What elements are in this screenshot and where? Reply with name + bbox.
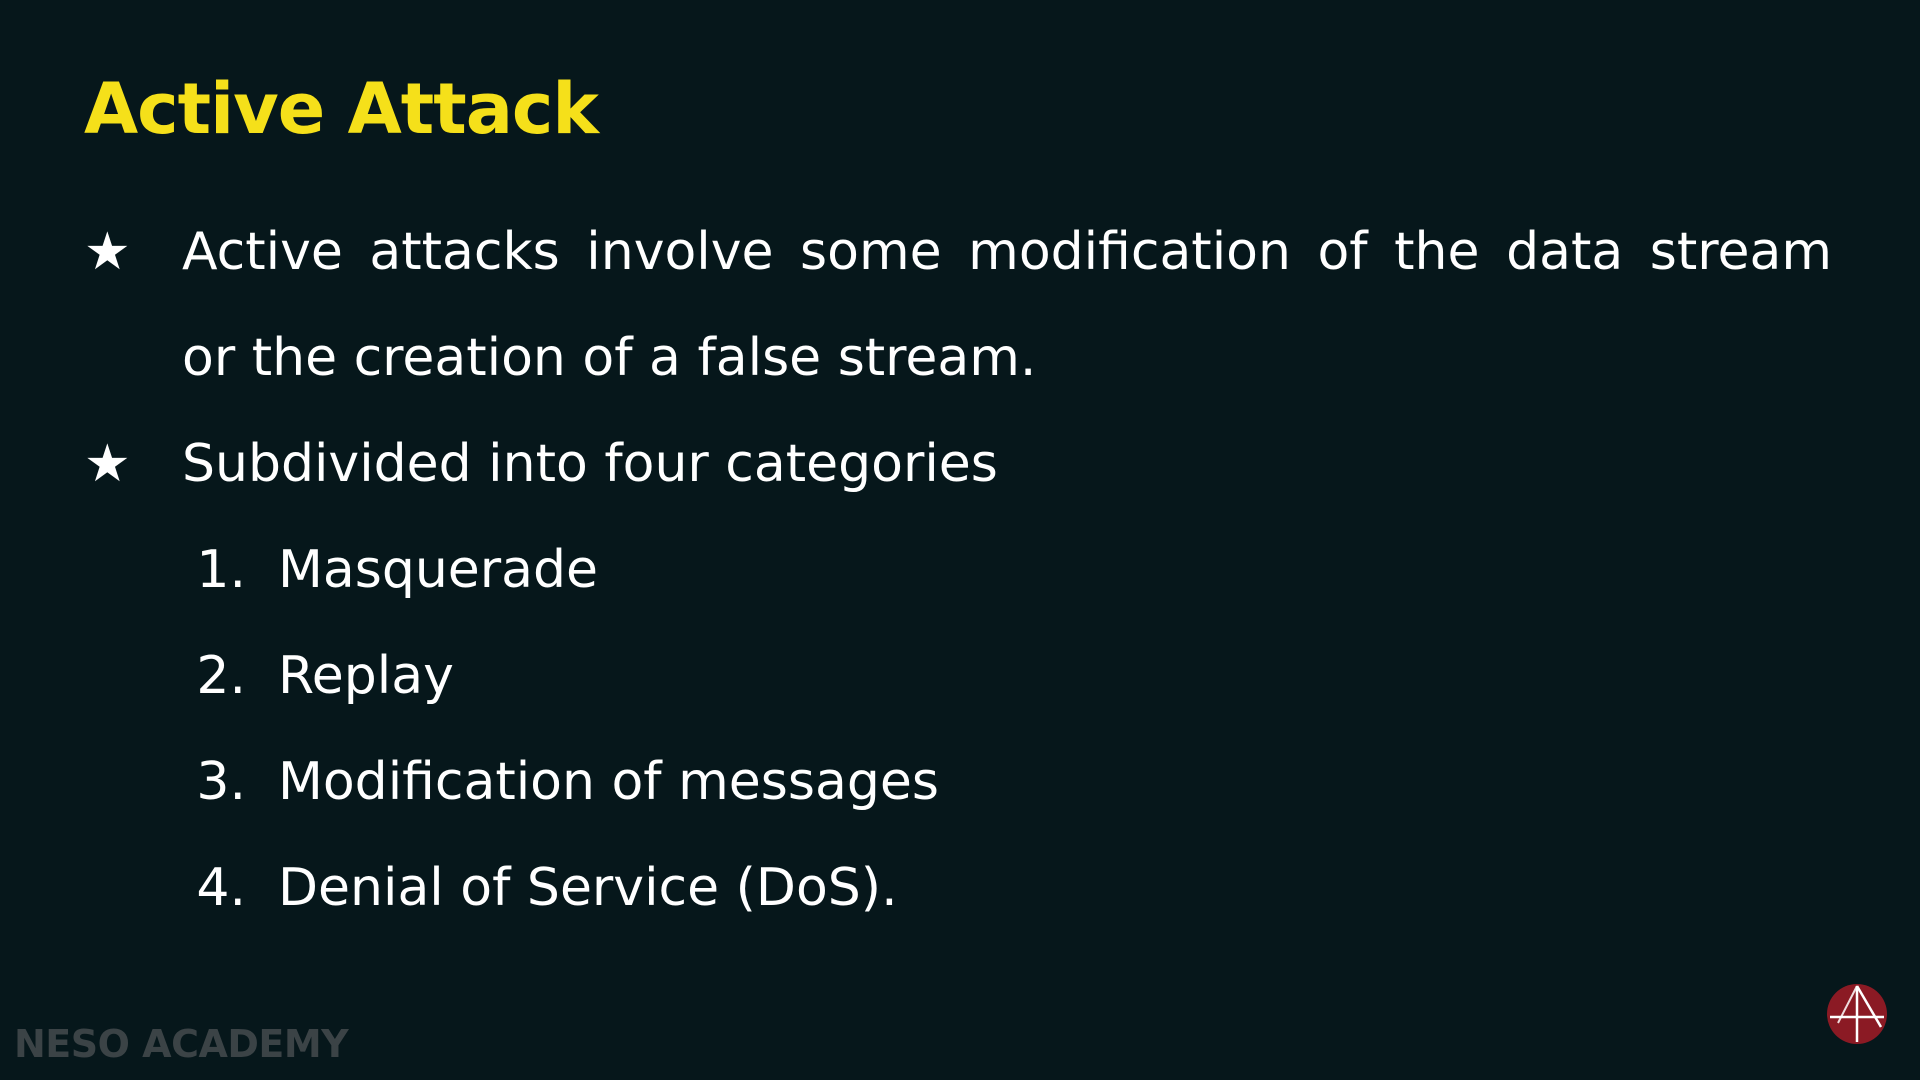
bullet-1-line-2: or the creation of a false stream. bbox=[182, 328, 1037, 388]
list-item-number: 3. bbox=[196, 752, 246, 812]
list-item: Modification of messages bbox=[278, 752, 939, 812]
neso-logo-icon bbox=[1827, 984, 1887, 1044]
list-item: Denial of Service (DoS). bbox=[278, 858, 898, 918]
star-bullet-icon: ★ bbox=[84, 222, 131, 282]
list-item-number: 2. bbox=[196, 646, 246, 706]
list-item: Masquerade bbox=[278, 540, 599, 600]
watermark: NESO ACADEMY bbox=[14, 1022, 349, 1066]
list-item-number: 4. bbox=[196, 858, 246, 918]
bullet-1-line-1: Active attacks involve some modification… bbox=[182, 222, 1832, 282]
bullet-2-line-1: Subdivided into four categories bbox=[182, 434, 998, 494]
list-item: Replay bbox=[278, 646, 454, 706]
star-bullet-icon: ★ bbox=[84, 434, 131, 494]
list-item-number: 1. bbox=[196, 540, 246, 600]
slide-title: Active Attack bbox=[84, 68, 599, 150]
slide: Active Attack ★ Active attacks involve s… bbox=[0, 0, 1920, 1080]
